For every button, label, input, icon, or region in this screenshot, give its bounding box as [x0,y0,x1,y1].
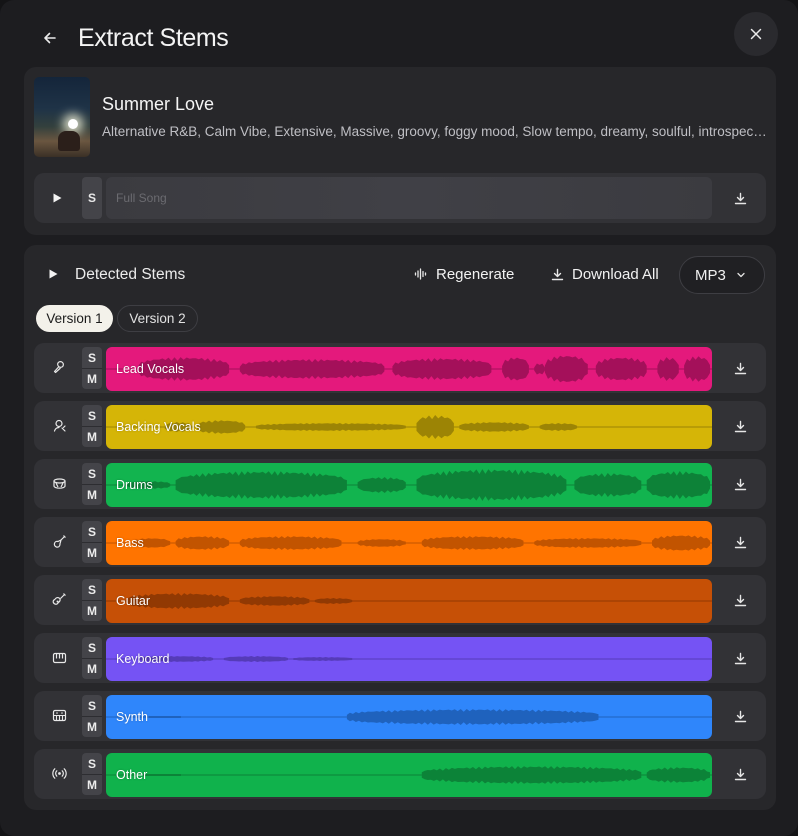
stem-row: S M Other [34,749,766,799]
stem-row: S M Synth [34,691,766,741]
mute-button[interactable]: M [82,368,102,389]
solo-button[interactable]: S [82,521,102,542]
album-cover [34,77,90,157]
mute-button[interactable]: M [82,716,102,737]
drum-icon [50,474,68,492]
download-icon [551,268,564,280]
stem-download-button[interactable] [730,706,750,726]
stem-download-button[interactable] [730,532,750,552]
stem-label: Synth [116,710,148,724]
singer-icon [50,416,68,434]
stem-download-button[interactable] [730,416,750,436]
download-icon [734,362,746,374]
download-all-label: Download All [572,265,659,283]
download-icon [734,710,746,722]
download-icon [734,652,746,664]
synth-icon [50,706,68,724]
stem-label: Bass [116,536,144,550]
stem-row: S M Backing Vocals [34,401,766,451]
close-icon [750,28,762,40]
mute-button[interactable]: M [82,600,102,621]
song-tags: Alternative R&B, Calm Vibe, Extensive, M… [102,124,768,139]
solo-button[interactable]: S [82,463,102,484]
mute-button[interactable]: M [82,426,102,447]
regenerate-button[interactable]: Regenerate [414,259,514,289]
mute-button[interactable]: M [82,484,102,505]
stems-panel-title: Detected Stems [75,266,186,283]
guitar-icon [50,590,68,608]
tab-version-1[interactable]: Version 1 [36,305,113,332]
stem-download-button[interactable] [730,358,750,378]
download-icon [734,536,746,548]
arrow-left-icon [44,32,56,44]
stem-waveform[interactable]: Backing Vocals [106,405,712,449]
mute-button[interactable]: M [82,658,102,679]
download-all-button[interactable]: Download All [551,259,659,289]
stem-waveform[interactable]: Guitar [106,579,712,623]
stem-waveform[interactable]: Keyboard [106,637,712,681]
play-icon [53,193,62,203]
chevron-down-icon [737,272,745,278]
extract-stems-modal: Extract Stems Summer Love Alternative R&… [0,0,798,836]
stem-download-button[interactable] [730,474,750,494]
download-icon [734,478,746,490]
download-icon [734,420,746,432]
solo-button[interactable]: S [82,347,102,368]
play-icon [49,269,58,279]
stem-label: Drums [116,478,153,492]
song-card: Summer Love Alternative R&B, Calm Vibe, … [24,67,776,235]
close-button[interactable] [734,12,778,56]
stem-label: Guitar [116,594,151,608]
stem-row: S M Drums [34,459,766,509]
stem-row: S M Bass [34,517,766,567]
bass-guitar-icon [50,532,68,550]
waveform-icon [414,268,427,280]
stem-waveform[interactable]: Bass [106,521,712,565]
mute-button[interactable]: M [82,774,102,795]
format-value: MP3 [695,266,726,284]
stem-waveform[interactable]: Drums [106,463,712,507]
solo-button[interactable]: S [82,753,102,774]
back-button[interactable] [36,24,64,52]
stem-row: S M Keyboard [34,633,766,683]
song-title: Summer Love [102,94,215,114]
format-select[interactable]: MP3 [679,256,765,294]
solo-button[interactable]: S [82,405,102,426]
stem-waveform[interactable]: Lead Vocals [106,347,712,391]
keyboard-icon [50,648,68,666]
stem-label: Other [116,768,148,782]
full-song-solo-button[interactable]: S [82,177,102,219]
full-song-label: Full Song [116,191,167,205]
full-song-waveform[interactable]: Full Song [106,177,712,219]
radio-waves-icon [50,764,68,782]
page-title: Extract Stems [78,24,229,52]
stem-download-button[interactable] [730,764,750,784]
stem-download-button[interactable] [730,648,750,668]
microphone-icon [50,358,68,376]
solo-button[interactable]: S [82,579,102,600]
download-icon [734,594,746,606]
stem-row: S M Guitar [34,575,766,625]
download-icon [734,768,746,780]
solo-button[interactable]: S [82,637,102,658]
stem-label: Lead Vocals [116,362,185,376]
regenerate-label: Regenerate [436,265,515,283]
stems-play-button[interactable] [44,265,62,283]
stem-label: Backing Vocals [116,420,201,434]
full-song-row: S Full Song [34,173,766,223]
stem-row: S M Lead Vocals [34,343,766,393]
stem-download-button[interactable] [730,590,750,610]
solo-button[interactable]: S [82,695,102,716]
full-song-play-button[interactable] [48,189,66,207]
modal-header: Extract Stems [0,0,798,68]
download-icon [734,192,746,204]
detected-stems-panel: Detected Stems Regenerate Download All M… [24,245,776,810]
tab-version-2[interactable]: Version 2 [117,305,198,332]
stem-label: Keyboard [116,652,170,666]
stem-waveform[interactable]: Other [106,753,712,797]
mute-button[interactable]: M [82,542,102,563]
full-song-download-button[interactable] [730,188,750,208]
stem-waveform[interactable]: Synth [106,695,712,739]
